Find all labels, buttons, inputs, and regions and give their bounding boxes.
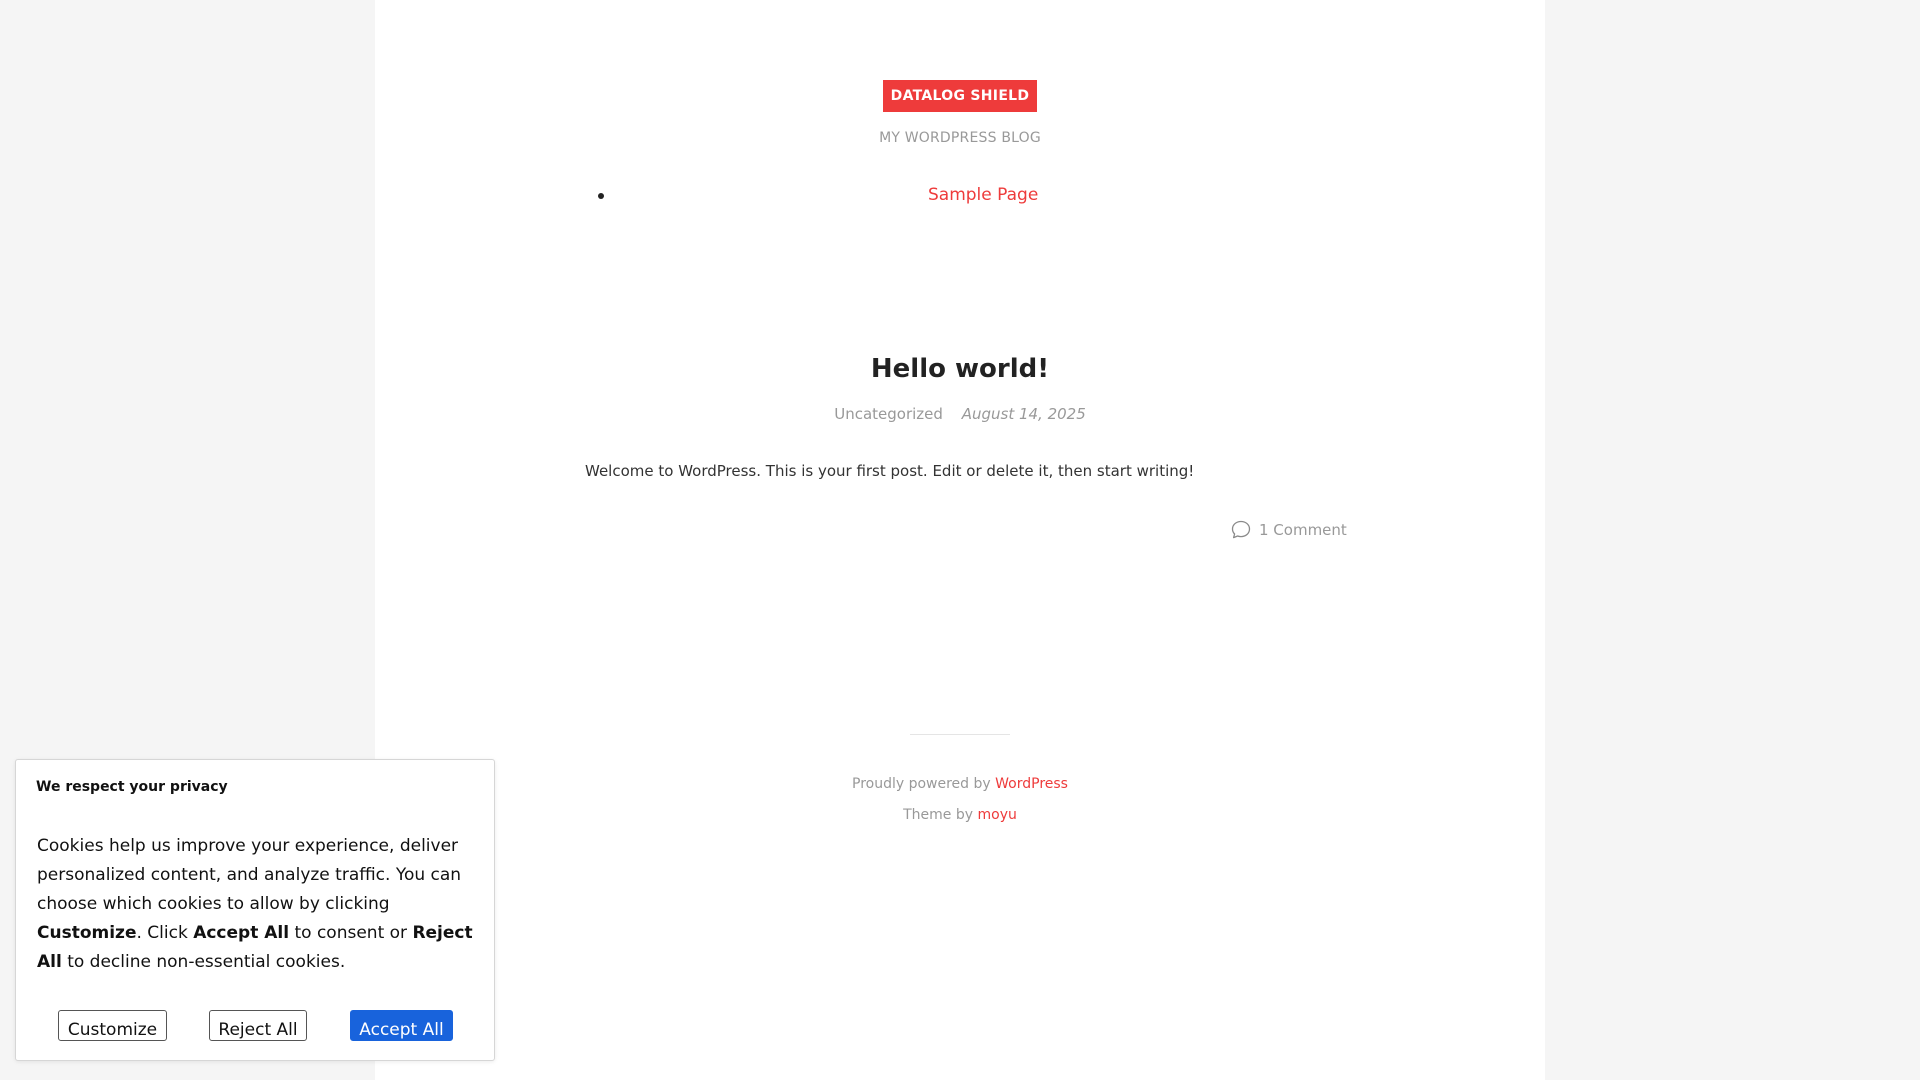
cookie-consent-banner: We respect your privacy Cookies help us … [15,759,495,1061]
content-column: DATALOG SHIELD MY WORDPRESS BLOG Sample … [375,0,1545,1080]
post-date[interactable]: August 14, 2025 [962,405,1086,423]
footer-powered-by: Proudly powered by WordPress [375,776,1545,792]
site-tagline: MY WORDPRESS BLOG [879,130,1041,146]
cookie-text-accept: Accept All [193,923,290,943]
comments-count: 1 Comment [1259,520,1347,539]
footer-divider [910,734,1010,735]
nav-bullet [598,193,604,199]
reject-all-button[interactable]: Reject All [209,1010,307,1041]
cookie-text-part: . Click [136,923,194,943]
site-title-link[interactable]: DATALOG SHIELD [883,80,1037,112]
post-excerpt: Welcome to WordPress. This is your first… [585,462,1195,480]
cookie-banner-description: Cookies help us improve your experience,… [37,832,477,977]
theme-author-link[interactable]: moyu [978,807,1017,823]
footer-powered-prefix: Proudly powered by [852,776,991,792]
accept-all-button[interactable]: Accept All [350,1010,453,1041]
cookie-text-part: Cookies help us improve your experience,… [37,836,462,914]
customize-button[interactable]: Customize [58,1010,167,1041]
post-title[interactable]: Hello world! [375,354,1545,384]
post-category-link[interactable]: Uncategorized [834,405,943,423]
cookie-text-part: to consent or [289,923,413,943]
cookie-banner-title: We respect your privacy [36,779,228,795]
comments-link[interactable]: 1 Comment [1231,520,1347,539]
footer-theme-prefix: Theme by [903,807,974,823]
nav-item-sample-page[interactable]: Sample Page [928,185,1038,205]
cookie-text-customize: Customize [37,923,137,943]
post-meta: Uncategorized August 14, 2025 [375,405,1545,423]
footer-theme-by: Theme by moyu [375,807,1545,823]
wordpress-link[interactable]: WordPress [995,776,1068,792]
comment-bubble-icon [1231,520,1251,539]
cookie-text-part: to decline non-essential cookies. [61,952,346,972]
